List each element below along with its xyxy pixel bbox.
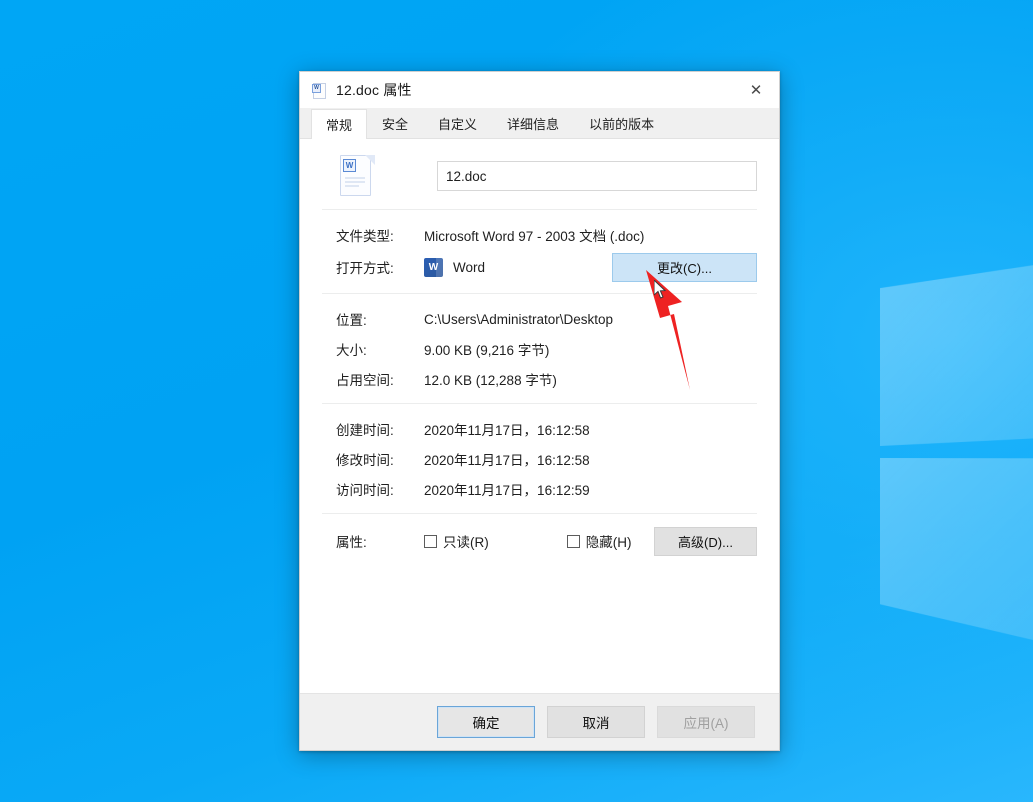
location-label: 位置: (322, 309, 424, 329)
accessed-value: 2020年11月17日，16:12:59 (424, 479, 590, 499)
file-type-row: 文件类型: Microsoft Word 97 - 2003 文档 (.doc) (322, 220, 757, 250)
size-on-disk-row: 占用空间: 12.0 KB (12,288 字节) (322, 364, 757, 394)
open-with-label: 打开方式: (322, 257, 424, 277)
size-on-disk-value: 12.0 KB (12,288 字节) (424, 369, 557, 389)
word-document-icon: W (336, 153, 378, 199)
tab-details[interactable]: 详细信息 (492, 108, 574, 138)
location-value: C:\Users\Administrator\Desktop (424, 312, 613, 327)
location-group: 位置: C:\Users\Administrator\Desktop 大小: 9… (322, 294, 757, 403)
dialog-titlebar: W 12.doc 属性 ✕ (300, 72, 779, 108)
advanced-button[interactable]: 高级(D)... (654, 527, 757, 556)
word-app-icon: W (424, 258, 443, 277)
attributes-row: 属性: 只读(R) 隐藏(H) 高级(D)... (322, 524, 757, 558)
size-label: 大小: (322, 339, 424, 359)
modified-value: 2020年11月17日，16:12:58 (424, 449, 590, 469)
readonly-label: 只读(R) (443, 531, 489, 551)
size-on-disk-label: 占用空间: (322, 369, 424, 389)
logo-pane-top-left (880, 264, 1033, 446)
size-row: 大小: 9.00 KB (9,216 字节) (322, 334, 757, 364)
apply-button: 应用(A) (657, 706, 755, 738)
dialog-footer: 确定 取消 应用(A) (300, 693, 779, 750)
filename-row: W 12.doc (322, 139, 757, 209)
tab-security[interactable]: 安全 (367, 108, 423, 138)
hidden-checkbox[interactable]: 隐藏(H) (567, 531, 632, 551)
size-value: 9.00 KB (9,216 字节) (424, 339, 549, 359)
file-type-label: 文件类型: (322, 225, 424, 245)
tab-bar: 常规 安全 自定义 详细信息 以前的版本 (300, 108, 779, 139)
checkbox-box-readonly[interactable] (424, 535, 437, 548)
ok-button[interactable]: 确定 (437, 706, 535, 738)
dialog-title: 12.doc 属性 (336, 80, 412, 100)
checkbox-box-hidden[interactable] (567, 535, 580, 548)
general-tab-panel: W 12.doc 文件类型: Microsoft Word 97 - 2003 … (300, 139, 779, 693)
tab-general[interactable]: 常规 (311, 109, 367, 139)
close-icon[interactable]: ✕ (733, 72, 779, 108)
readonly-checkbox[interactable]: 只读(R) (424, 531, 489, 551)
logo-pane-bottom-left (880, 458, 1033, 642)
created-row: 创建时间: 2020年11月17日，16:12:58 (322, 414, 757, 444)
tab-custom[interactable]: 自定义 (423, 108, 492, 138)
file-properties-dialog: W 12.doc 属性 ✕ 常规 安全 自定义 详细信息 以前的版本 W 12.… (299, 71, 780, 751)
tab-previous-versions[interactable]: 以前的版本 (574, 108, 669, 138)
location-row: 位置: C:\Users\Administrator\Desktop (322, 304, 757, 334)
doc-file-icon: W (311, 82, 327, 98)
attributes-label: 属性: (322, 531, 424, 551)
file-type-group: 文件类型: Microsoft Word 97 - 2003 文档 (.doc)… (322, 210, 757, 293)
created-value: 2020年11月17日，16:12:58 (424, 419, 590, 439)
modified-label: 修改时间: (322, 449, 424, 469)
file-type-value: Microsoft Word 97 - 2003 文档 (.doc) (424, 225, 644, 245)
cancel-button[interactable]: 取消 (547, 706, 645, 738)
change-button[interactable]: 更改(C)... (612, 253, 757, 282)
attributes-group: 属性: 只读(R) 隐藏(H) 高级(D)... (322, 514, 757, 567)
modified-row: 修改时间: 2020年11月17日，16:12:58 (322, 444, 757, 474)
windows-logo-wallpaper (880, 234, 1033, 675)
hidden-label: 隐藏(H) (586, 531, 632, 551)
accessed-row: 访问时间: 2020年11月17日，16:12:59 (322, 474, 757, 504)
created-label: 创建时间: (322, 419, 424, 439)
open-with-row: 打开方式: W Word 更改(C)... (322, 250, 757, 284)
open-with-value: Word (453, 260, 485, 275)
timestamps-group: 创建时间: 2020年11月17日，16:12:58 修改时间: 2020年11… (322, 404, 757, 513)
accessed-label: 访问时间: (322, 479, 424, 499)
filename-input[interactable]: 12.doc (437, 161, 757, 191)
